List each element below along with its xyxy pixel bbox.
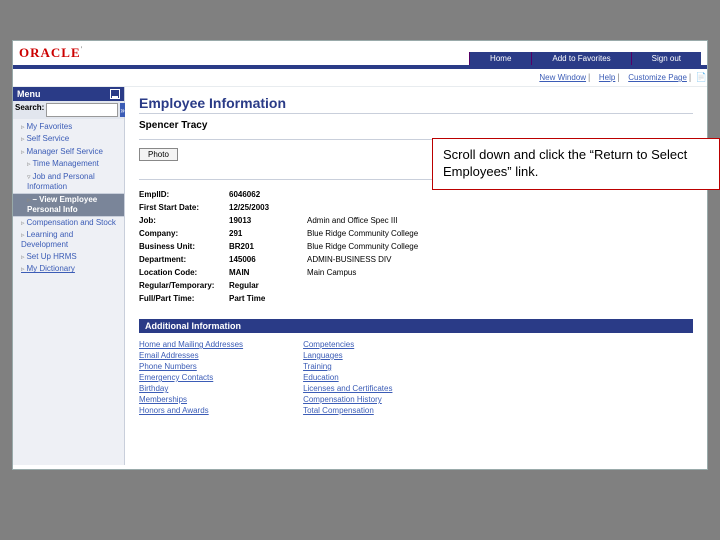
field-value: 6046062 bbox=[229, 188, 307, 201]
field-label: Company: bbox=[139, 227, 229, 240]
field-label: Regular/Temporary: bbox=[139, 279, 229, 292]
field-desc: ADMIN-BUSINESS DIV bbox=[307, 253, 424, 266]
addl-link[interactable]: Home and Mailing Addresses bbox=[139, 339, 243, 350]
addl-link[interactable]: Honors and Awards bbox=[139, 405, 243, 416]
addl-link[interactable]: Total Compensation bbox=[303, 405, 392, 416]
addl-link[interactable]: Education bbox=[303, 372, 392, 383]
field-desc: Main Campus bbox=[307, 266, 424, 279]
sidebar-item-8[interactable]: Set Up HRMS bbox=[13, 251, 124, 263]
field-label: Job: bbox=[139, 214, 229, 227]
photo-button[interactable]: Photo bbox=[139, 148, 178, 161]
sidebar-item-0[interactable]: My Favorites bbox=[13, 121, 124, 133]
field-label: Business Unit: bbox=[139, 240, 229, 253]
field-label: Department: bbox=[139, 253, 229, 266]
addl-link[interactable]: Languages bbox=[303, 350, 392, 361]
field-desc: Blue Ridge Community College bbox=[307, 227, 424, 240]
page-title: Employee Information bbox=[139, 95, 693, 114]
sidebar-item-6[interactable]: Compensation and Stock bbox=[13, 217, 124, 229]
employee-name: Spencer Tracy bbox=[139, 120, 693, 131]
link-new-window[interactable]: New Window bbox=[539, 73, 586, 82]
addl-link[interactable]: Competencies bbox=[303, 339, 392, 350]
menu-header: Menu bbox=[17, 89, 41, 99]
field-value: 145006 bbox=[229, 253, 307, 266]
field-value: BR201 bbox=[229, 240, 307, 253]
addl-link[interactable]: Memberships bbox=[139, 394, 243, 405]
sidebar-item-9[interactable]: My Dictionary bbox=[13, 263, 124, 275]
addl-link[interactable]: Emergency Contacts bbox=[139, 372, 243, 383]
addl-link[interactable]: Phone Numbers bbox=[139, 361, 243, 372]
field-value: Part Time bbox=[229, 292, 307, 305]
field-value: MAIN bbox=[229, 266, 307, 279]
util-icon[interactable]: 📄 bbox=[696, 72, 707, 82]
minimize-icon[interactable] bbox=[110, 89, 120, 99]
nav-sign-out[interactable]: Sign out bbox=[631, 52, 701, 65]
link-help[interactable]: Help bbox=[599, 73, 615, 82]
sidebar-item-2[interactable]: Manager Self Service bbox=[13, 146, 124, 158]
field-label: Full/Part Time: bbox=[139, 292, 229, 305]
addl-link[interactable]: Birthday bbox=[139, 383, 243, 394]
oracle-logo: ORACLE' bbox=[19, 45, 84, 61]
field-desc: Blue Ridge Community College bbox=[307, 240, 424, 253]
addl-link[interactable]: Email Addresses bbox=[139, 350, 243, 361]
search-input[interactable] bbox=[46, 103, 118, 117]
additional-info-header: Additional Information bbox=[139, 319, 693, 333]
addl-link[interactable]: Licenses and Certificates bbox=[303, 383, 392, 394]
sidebar-item-3[interactable]: Time Management bbox=[13, 158, 124, 170]
top-nav: Home Add to Favorites Sign out bbox=[469, 52, 701, 65]
addl-link[interactable]: Compensation History bbox=[303, 394, 392, 405]
nav-add-favorites[interactable]: Add to Favorites bbox=[531, 52, 630, 65]
field-value: 12/25/2003 bbox=[229, 201, 307, 214]
sidebar-item-5[interactable]: – View Employee Personal Info bbox=[13, 193, 124, 217]
link-customize-page[interactable]: Customize Page bbox=[628, 73, 687, 82]
field-value: 19013 bbox=[229, 214, 307, 227]
instruction-callout: Scroll down and click the “Return to Sel… bbox=[432, 138, 720, 190]
field-label: EmplID: bbox=[139, 188, 229, 201]
sidebar-item-7[interactable]: Learning and Development bbox=[13, 229, 124, 251]
addl-link[interactable]: Training bbox=[303, 361, 392, 372]
sidebar-item-4[interactable]: Job and Personal Information bbox=[13, 171, 124, 193]
nav-home[interactable]: Home bbox=[469, 52, 531, 65]
field-value: 291 bbox=[229, 227, 307, 240]
search-label: Search: bbox=[15, 103, 44, 117]
field-desc: Admin and Office Spec III bbox=[307, 214, 424, 227]
field-value: Regular bbox=[229, 279, 307, 292]
field-label: First Start Date: bbox=[139, 201, 229, 214]
field-label: Location Code: bbox=[139, 266, 229, 279]
sidebar-item-1[interactable]: Self Service bbox=[13, 133, 124, 145]
